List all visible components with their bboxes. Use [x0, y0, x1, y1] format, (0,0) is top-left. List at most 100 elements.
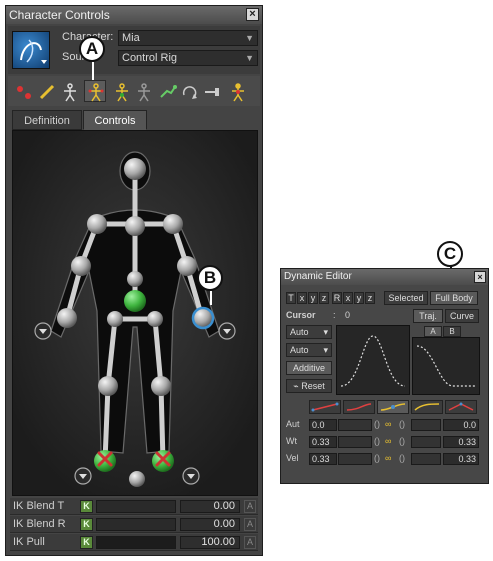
ik-blend-r-slider[interactable] [96, 518, 176, 531]
half-body-ik-icon[interactable] [132, 80, 154, 102]
wt-right-slider[interactable] [411, 436, 441, 448]
preset-linear-button[interactable] [309, 400, 341, 414]
anim-button[interactable]: A [244, 518, 256, 531]
chain-link-icon[interactable]: ∞ [385, 453, 391, 463]
anim-button[interactable]: A [244, 536, 256, 549]
fade-curve-panel[interactable] [412, 337, 480, 395]
link-left-icon[interactable]: () [374, 419, 380, 429]
preset-step-button[interactable] [445, 400, 477, 414]
auto-select-1[interactable]: Auto ▾ [286, 325, 332, 339]
curve-a-button[interactable]: A [424, 326, 442, 337]
callout-b-pointer [210, 291, 212, 305]
vel-left-value[interactable]: 0.33 [309, 453, 337, 465]
bell-curve-graph [340, 335, 406, 387]
fade-curve-graph [416, 345, 475, 387]
link-right-icon[interactable]: () [399, 453, 405, 463]
vel-right-slider[interactable] [411, 453, 441, 465]
key-button[interactable]: K [80, 518, 93, 531]
slider-fill [97, 537, 175, 548]
row-label: Vel [286, 453, 299, 463]
axis-rz-button[interactable]: z [365, 292, 375, 304]
right-wrist-effector [191, 306, 215, 330]
preset-ease-both-button[interactable] [377, 400, 409, 414]
full-body-button[interactable]: Full Body [430, 291, 478, 305]
ease-curve-panel[interactable] [336, 325, 410, 395]
trajectory-button[interactable]: Traj. [413, 309, 443, 323]
curve-button[interactable]: Curve [445, 309, 479, 323]
slider-label: IK Blend R [13, 518, 66, 530]
close-button[interactable]: × [474, 271, 486, 283]
right-hip-effector [147, 311, 163, 327]
reset-icon: ⌁ [293, 381, 302, 391]
chest-effector [125, 216, 145, 236]
axis-tx-button[interactable]: x [297, 292, 307, 304]
auto-select-2[interactable]: Auto ▾ [286, 343, 332, 357]
source-select[interactable]: Control Rig ▼ [118, 50, 258, 66]
full-body-ik-icon[interactable] [84, 80, 106, 102]
wt-left-value[interactable]: 0.33 [309, 436, 337, 448]
nodes-icon[interactable] [12, 80, 34, 102]
left-hip-effector [107, 311, 123, 327]
axis-ty-button[interactable]: y [308, 292, 318, 304]
wt-right-value[interactable]: 0.33 [443, 436, 479, 448]
pose-icon[interactable] [226, 80, 248, 102]
ik-pull-slider[interactable] [96, 536, 176, 549]
link-right-icon[interactable]: () [399, 436, 405, 446]
body-part-ik-icon[interactable] [110, 80, 132, 102]
left-shoulder-effector [87, 214, 107, 234]
chevron-down-icon: ▾ [323, 327, 328, 337]
key-button[interactable]: K [80, 536, 93, 549]
slider-value[interactable]: 0.00 [180, 518, 240, 531]
character-logo-icon[interactable] [12, 31, 50, 69]
chain-link-icon[interactable]: ∞ [385, 419, 391, 429]
pencil-icon[interactable] [35, 80, 57, 102]
preset-ease-both-icon [380, 403, 406, 411]
key-button[interactable]: K [80, 500, 93, 513]
curve-b-button[interactable]: B [443, 326, 461, 337]
aut-right-slider[interactable] [411, 419, 441, 431]
slider-value[interactable]: 100.00 [180, 536, 240, 549]
aut-left-value[interactable]: 0.0 [309, 419, 337, 431]
stick-figure-icon[interactable] [58, 80, 80, 102]
cursor-separator: : [333, 310, 336, 320]
auto-value-1: Auto [290, 327, 309, 337]
link-left-icon[interactable]: () [374, 453, 380, 463]
axis-r-button[interactable]: R [332, 292, 342, 304]
close-button[interactable]: × [246, 8, 259, 21]
link-left-icon[interactable]: () [374, 436, 380, 446]
vel-left-slider[interactable] [338, 453, 372, 465]
axis-t-button[interactable]: T [286, 292, 296, 304]
wt-left-slider[interactable] [338, 436, 372, 448]
window-title: Character Controls [6, 6, 262, 24]
tab-controls[interactable]: Controls [83, 110, 147, 130]
hips-effector [124, 290, 146, 312]
preset-ease-out-button[interactable] [411, 400, 443, 414]
character-viewport[interactable] [12, 130, 258, 496]
translation-icon[interactable] [156, 80, 178, 102]
left-wrist-effector [57, 308, 77, 328]
tab-bar: Definition Controls [8, 108, 260, 130]
anim-button[interactable]: A [244, 500, 256, 513]
rotation-icon[interactable] [178, 80, 200, 102]
character-select[interactable]: Mia ▼ [118, 30, 258, 46]
ik-blend-t-slider[interactable] [96, 500, 176, 513]
reset-button[interactable]: ⌁ Reset [286, 379, 332, 393]
link-right-icon[interactable]: () [399, 419, 405, 429]
right-shoulder-effector [163, 214, 183, 234]
additive-button[interactable]: Additive [286, 361, 332, 375]
preset-ease-in-button[interactable] [343, 400, 375, 414]
axis-tz-button[interactable]: z [319, 292, 329, 304]
reset-label: Reset [301, 381, 325, 391]
chain-link-icon[interactable]: ∞ [385, 436, 391, 446]
pin-icon[interactable] [200, 80, 222, 102]
axis-ry-button[interactable]: y [354, 292, 364, 304]
left-elbow-effector [71, 256, 91, 276]
tab-definition[interactable]: Definition [12, 110, 82, 130]
aut-right-value[interactable]: 0.0 [443, 419, 479, 431]
axis-rx-button[interactable]: x [343, 292, 353, 304]
vel-right-value[interactable]: 0.33 [443, 453, 479, 465]
aut-left-slider[interactable] [338, 419, 372, 431]
ik-blend-r-row: IK Blend R K 0.00 A [10, 516, 258, 533]
slider-value[interactable]: 0.00 [180, 500, 240, 513]
selected-button[interactable]: Selected [384, 291, 428, 305]
